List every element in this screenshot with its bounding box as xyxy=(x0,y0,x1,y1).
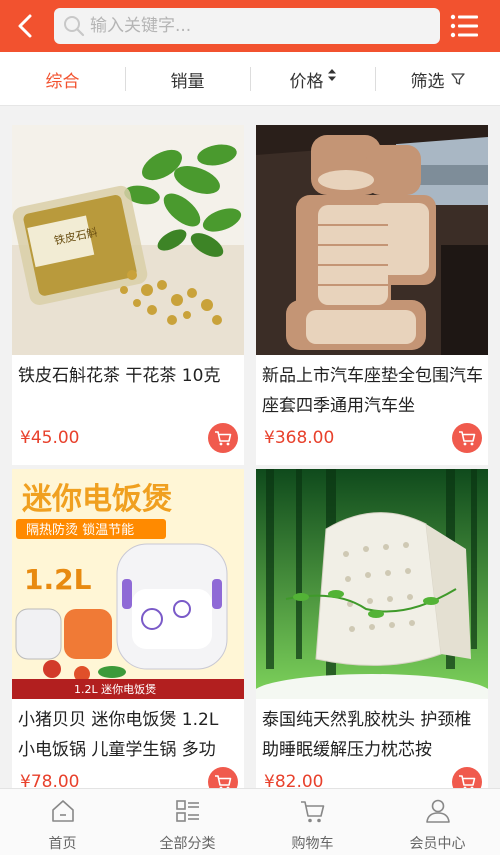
product-image[interactable] xyxy=(256,125,488,355)
sort-label: 价格 xyxy=(289,71,324,92)
user-icon xyxy=(425,799,450,823)
rice-cooker-slogan: 隔热防烫 锁温节能 xyxy=(26,522,134,538)
cart-icon xyxy=(300,801,324,823)
list-menu-icon xyxy=(450,14,478,38)
dried-flower-tea-jar-image: 铁皮石斛 xyxy=(12,125,244,355)
back-button[interactable] xyxy=(8,8,44,44)
nav-label: 会员中心 xyxy=(409,836,466,852)
add-to-cart-button[interactable] xyxy=(452,423,482,453)
add-to-cart-button[interactable] xyxy=(452,767,482,788)
product-title[interactable]: 铁皮石斛花茶 干花茶 10克 xyxy=(18,361,240,421)
product-price: ¥45.00 xyxy=(20,428,80,448)
cart-icon xyxy=(459,775,476,788)
nav-label: 全部分类 xyxy=(159,836,216,852)
car-seat-covers-image xyxy=(256,125,488,355)
product-title[interactable]: 小猪贝贝 迷你电饭煲 1.2L 小电饭锅 儿童学生锅 多功 xyxy=(18,705,240,765)
product-image[interactable]: 迷你电饭煲 隔热防烫 锁温节能 1.2L 1.2L 迷你电饭煲 xyxy=(12,469,244,699)
add-to-cart-button[interactable] xyxy=(208,767,238,788)
search-input[interactable] xyxy=(90,12,430,40)
product-card[interactable]: 泰国纯天然乳胶枕头 护颈椎助睡眠缓解压力枕芯按 ¥82.00 xyxy=(256,469,488,788)
rice-cooker-caption: 1.2L 迷你电饭煲 xyxy=(74,683,156,696)
home-icon xyxy=(51,800,74,822)
sort-label: 销量 xyxy=(170,71,205,92)
add-to-cart-button[interactable] xyxy=(208,423,238,453)
sort-bar: 综合 销量 价格 筛选 xyxy=(0,52,500,106)
latex-pillow-image xyxy=(256,469,488,699)
sort-comprehensive-tab[interactable]: 综合 xyxy=(0,52,125,106)
product-price: ¥78.00 xyxy=(20,772,80,788)
top-header xyxy=(0,0,500,52)
sort-label: 综合 xyxy=(45,71,80,92)
product-price: ¥82.00 xyxy=(264,772,324,788)
sort-sales-tab[interactable]: 销量 xyxy=(125,52,250,106)
sort-label: 筛选 xyxy=(410,71,445,92)
product-price: ¥368.00 xyxy=(264,428,335,448)
mini-rice-cooker-image: 迷你电饭煲 隔热防烫 锁温节能 1.2L 1.2L 迷你电饭煲 xyxy=(12,469,244,699)
chevron-left-icon xyxy=(18,14,32,38)
rice-cooker-banner: 迷你电饭煲 xyxy=(22,482,172,517)
product-card[interactable]: 铁皮石斛 铁皮石斛花茶 干花茶 10克 ¥45.00 xyxy=(12,125,244,465)
rice-cooker-volume: 1.2L xyxy=(24,563,92,596)
nav-cart[interactable]: 购物车 xyxy=(250,789,375,855)
sort-price-tab[interactable]: 价格 xyxy=(250,52,375,106)
cart-icon xyxy=(459,431,476,446)
product-image[interactable] xyxy=(256,469,488,699)
filter-icon xyxy=(450,73,465,85)
product-title[interactable]: 泰国纯天然乳胶枕头 护颈椎助睡眠缓解压力枕芯按 xyxy=(262,705,484,765)
cart-icon xyxy=(215,775,232,788)
product-card[interactable]: 迷你电饭煲 隔热防烫 锁温节能 1.2L 1.2L 迷你电饭煲 小猪贝贝 迷你电… xyxy=(12,469,244,788)
search-box[interactable] xyxy=(54,8,440,44)
category-icon xyxy=(175,800,199,822)
menu-button[interactable] xyxy=(446,8,482,44)
product-grid: 铁皮石斛 铁皮石斛花茶 干花茶 10克 ¥45.00 新品上市汽车座垫全包围汽车… xyxy=(0,106,500,788)
product-image[interactable]: 铁皮石斛 xyxy=(12,125,244,355)
cart-icon xyxy=(215,431,232,446)
nav-home[interactable]: 首页 xyxy=(0,789,125,855)
bottom-nav: 首页 全部分类 购物车 会员中心 xyxy=(0,788,500,855)
product-card[interactable]: 新品上市汽车座垫全包围汽车座套四季通用汽车坐 ¥368.00 xyxy=(256,125,488,465)
sort-filter-tab[interactable]: 筛选 xyxy=(375,52,500,106)
nav-label: 首页 xyxy=(48,836,77,852)
search-icon xyxy=(64,16,85,37)
sort-arrows-icon xyxy=(327,69,336,81)
nav-categories[interactable]: 全部分类 xyxy=(125,789,250,855)
nav-member-center[interactable]: 会员中心 xyxy=(375,789,500,855)
nav-label: 购物车 xyxy=(291,836,334,852)
product-title[interactable]: 新品上市汽车座垫全包围汽车座套四季通用汽车坐 xyxy=(262,361,484,421)
